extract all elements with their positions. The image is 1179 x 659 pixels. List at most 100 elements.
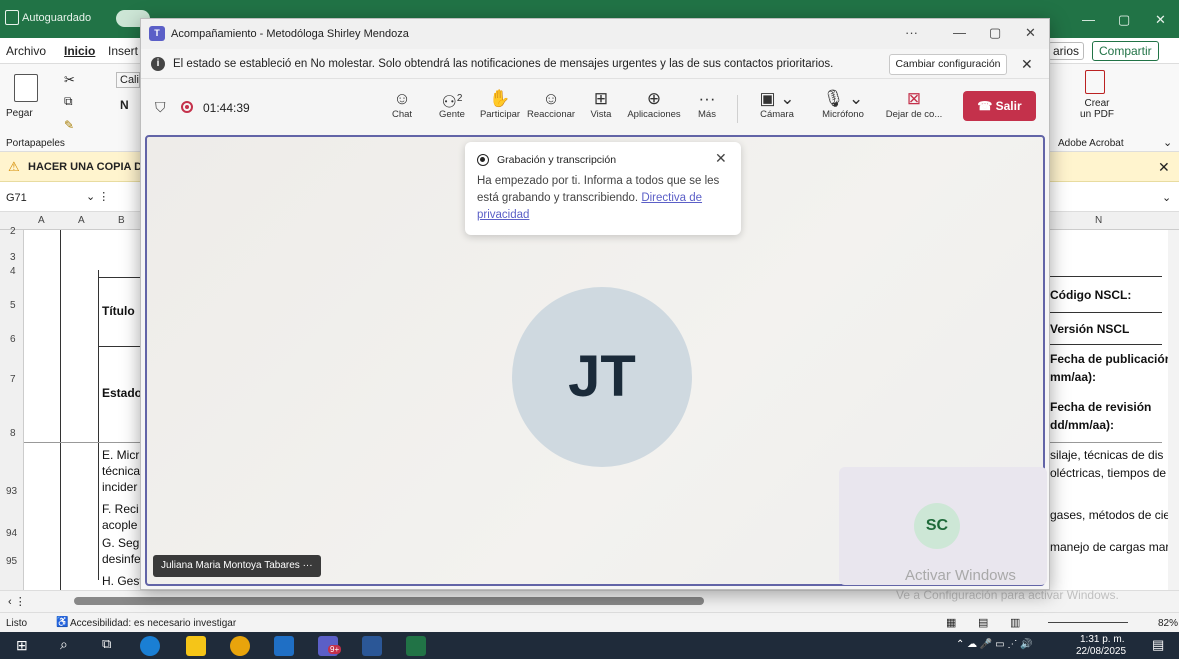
camera-button[interactable]: ▣ ⌄ Cámara xyxy=(751,89,803,120)
cell-text[interactable]: manejo de cargas mar xyxy=(1050,540,1169,554)
row-header[interactable]: 3 xyxy=(10,252,16,263)
maximize-icon[interactable]: ▢ xyxy=(989,25,1001,41)
mic-button[interactable]: 🎙 ⌄ Micrófono xyxy=(813,89,873,120)
cell-text[interactable]: desinfe xyxy=(102,552,141,566)
row-header[interactable]: 94 xyxy=(6,528,17,539)
cell-pub-date[interactable]: Fecha de publicación xyxy=(1050,352,1172,366)
tab-inicio[interactable]: Inicio xyxy=(64,44,95,58)
zoom-slider[interactable] xyxy=(1048,622,1128,623)
more-options-icon[interactable]: ··· xyxy=(905,25,918,40)
cell-pub-date-fmt[interactable]: mm/aa): xyxy=(1050,370,1096,384)
cut-icon[interactable]: ✂ xyxy=(64,72,75,88)
word-icon[interactable] xyxy=(362,636,382,656)
close-icon[interactable]: ✕ xyxy=(1155,12,1166,28)
outlook-icon[interactable] xyxy=(274,636,294,656)
font-name-field[interactable]: Calib xyxy=(116,72,140,88)
tab-insertar[interactable]: Insertar xyxy=(108,44,138,58)
popup-close-icon[interactable]: ✕ xyxy=(715,150,727,167)
col-header[interactable]: N xyxy=(1095,215,1102,226)
teams-icon[interactable]: 9+ xyxy=(318,636,342,656)
stop-share-label: Dejar de co... xyxy=(885,109,943,120)
col-header[interactable]: A xyxy=(38,215,45,226)
tab-archivo[interactable]: Archivo xyxy=(6,44,46,58)
smile-icon: ☺ xyxy=(542,89,560,108)
minimize-icon[interactable]: — xyxy=(1082,12,1095,27)
more-button[interactable]: ··· Más xyxy=(695,89,719,120)
cell-rev-date-fmt[interactable]: dd/mm/aa): xyxy=(1050,418,1114,432)
chrome-icon[interactable] xyxy=(230,636,250,656)
col-header[interactable]: A xyxy=(78,215,85,226)
horizontal-scrollbar-thumb[interactable] xyxy=(74,597,704,605)
cell-title[interactable]: Título xyxy=(102,304,135,318)
close-icon[interactable]: ✕ xyxy=(1025,25,1036,41)
cell-nscl-code[interactable]: Código NSCL: xyxy=(1050,288,1131,302)
react-button[interactable]: ☺ Reaccionar xyxy=(527,89,575,120)
cell-text[interactable]: silaje, técnicas de dis xyxy=(1050,448,1163,462)
notifications-icon[interactable]: ▤ xyxy=(1152,637,1164,653)
row-header[interactable]: 4 xyxy=(10,266,16,277)
change-settings-button[interactable]: Cambiar configuración xyxy=(889,54,1007,75)
cell-text[interactable]: E. Micr xyxy=(102,448,139,462)
apps-button[interactable]: ⊕ Aplicaciones xyxy=(625,89,683,120)
cell-text[interactable]: técnica xyxy=(102,464,140,478)
tray-icons[interactable]: ⌃ ☁ 🎤 ▭ ⋰ 🔊 xyxy=(956,639,1033,650)
comments-button[interactable]: arios xyxy=(1048,42,1085,60)
share-button[interactable]: Compartir xyxy=(1092,41,1159,61)
cell-text[interactable]: acople xyxy=(102,518,137,532)
cell-text[interactable]: oléctricas, tiempos de xyxy=(1050,466,1166,480)
row-header[interactable]: 2 xyxy=(10,226,16,237)
clock-time[interactable]: 1:31 p. m. xyxy=(1080,634,1124,645)
cell-text[interactable]: gases, métodos de ciei xyxy=(1050,508,1173,522)
row-header[interactable]: 6 xyxy=(10,334,16,345)
excel-taskbar-icon[interactable] xyxy=(406,636,426,656)
vertical-scrollbar[interactable] xyxy=(1168,230,1179,590)
edge-icon[interactable] xyxy=(140,636,160,656)
notice-close-icon[interactable]: ✕ xyxy=(1021,56,1033,73)
shield-icon[interactable]: ⛉ xyxy=(155,99,166,116)
cell-rev-date[interactable]: Fecha de revisión xyxy=(1050,400,1151,414)
zoom-level[interactable]: 82% xyxy=(1158,618,1178,629)
format-painter-icon[interactable]: ✎ xyxy=(64,118,74,132)
warning-close-icon[interactable]: ✕ xyxy=(1158,159,1170,176)
bold-button[interactable]: N xyxy=(120,98,129,112)
pdf-icon[interactable] xyxy=(1085,70,1105,94)
sheet-nav-icon[interactable]: ‹ ⋮ xyxy=(8,595,26,608)
chat-button[interactable]: ☺ Chat xyxy=(387,89,417,120)
copy-icon[interactable]: ⧉ xyxy=(64,94,73,109)
page-break-icon[interactable]: ▥ xyxy=(1010,616,1020,629)
clock-date[interactable]: 22/08/2025 xyxy=(1076,646,1126,657)
minimize-icon[interactable]: — xyxy=(953,25,966,40)
row-header[interactable]: 93 xyxy=(6,486,17,497)
formula-expand-icon[interactable]: ⌄ xyxy=(1162,191,1171,204)
page-layout-icon[interactable]: ▤ xyxy=(978,616,988,629)
start-icon[interactable]: ⊞ xyxy=(16,637,28,654)
row-header[interactable]: 7 xyxy=(10,374,16,385)
cell-reference[interactable]: G71 xyxy=(6,192,27,204)
row-header[interactable]: 95 xyxy=(6,556,17,567)
participant-name-chip[interactable]: Juliana Maria Montoya Tabares ··· xyxy=(153,555,321,577)
task-view-icon[interactable]: ⧉ xyxy=(102,636,111,652)
people-button[interactable]: ⚇2 Gente xyxy=(433,89,471,120)
accessibility-status[interactable]: Accesibilidad: es necesario investigar xyxy=(70,618,236,629)
cell-nscl-version[interactable]: Versión NSCL xyxy=(1050,322,1129,336)
col-header[interactable]: B xyxy=(118,215,125,226)
row-header[interactable]: 5 xyxy=(10,300,16,311)
cell-text[interactable]: incider xyxy=(102,480,137,494)
cell-text[interactable]: H. Gesti xyxy=(102,574,145,588)
cell-text[interactable]: F. Reci xyxy=(102,502,139,516)
name-box-dropdown-icon[interactable]: ⌄ ⋮ xyxy=(86,190,109,203)
restore-icon[interactable]: ▢ xyxy=(1118,12,1130,28)
search-icon[interactable]: ⌕ xyxy=(60,636,68,653)
normal-view-icon[interactable]: ▦ xyxy=(946,616,956,629)
raise-hand-button[interactable]: ✋ Participar xyxy=(477,89,523,120)
cell-status[interactable]: Estado xyxy=(102,386,142,400)
row-header[interactable]: 8 xyxy=(10,428,16,439)
file-explorer-icon[interactable] xyxy=(186,636,206,656)
stop-sharing-button[interactable]: ⊠ Dejar de co... xyxy=(883,89,945,120)
leave-button[interactable]: ☎ Salir xyxy=(963,91,1036,121)
info-icon: i xyxy=(151,57,165,71)
view-button[interactable]: ⊞ Vista xyxy=(587,89,615,120)
name-more-icon[interactable]: ··· xyxy=(303,560,313,571)
paste-icon[interactable] xyxy=(14,74,38,102)
ribbon-collapse-icon[interactable]: ⌄ xyxy=(1163,136,1172,149)
